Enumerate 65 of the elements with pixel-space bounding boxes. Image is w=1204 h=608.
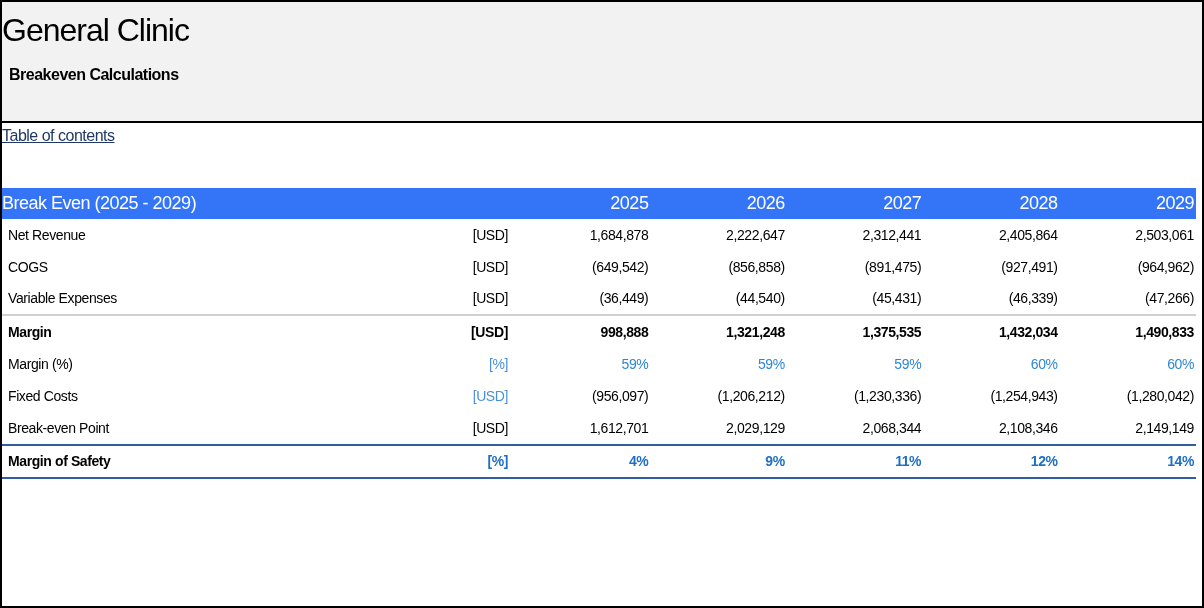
value-cell-text: (927,491) — [1000, 257, 1059, 277]
value-cell-text: 60% — [1166, 355, 1195, 375]
year-header: 2028 — [923, 188, 1060, 219]
sheet-subtitle: Breakeven Calculations — [9, 66, 179, 84]
value-cell-text: (1,254,943) — [989, 386, 1059, 406]
unit-label: [USD] — [472, 387, 508, 404]
unit-label: [USD] — [472, 290, 508, 307]
value-cell-text: 2,149,149 — [1134, 418, 1195, 438]
value-cell-text: 2,108,346 — [997, 418, 1059, 438]
value-cell-text: 2,503,061 — [1134, 225, 1195, 245]
value-cell-text: 59% — [756, 355, 786, 375]
value-cell-text: (956,097) — [591, 386, 650, 406]
year-header: 2027 — [786, 188, 924, 219]
row-label: Variable Expenses — [8, 290, 117, 307]
year-header: 2026 — [650, 188, 787, 219]
unit-label: [USD] — [472, 419, 508, 436]
value-cell-text: 2,029,129 — [725, 418, 786, 438]
row-label: Margin of Safety — [8, 453, 111, 470]
value-cell: 9% — [650, 443, 787, 478]
value-cell-text: (856,858) — [727, 257, 786, 277]
value-cell-text: (1,280,042) — [1125, 386, 1195, 406]
unit-label: [USD] — [471, 324, 508, 341]
value-cell-text: (1,230,336) — [852, 386, 923, 406]
table-of-contents-link[interactable]: Table of contents — [2, 127, 115, 145]
value-cell: 1,432,034 — [923, 314, 1060, 349]
value-cell: 1,321,248 — [650, 314, 787, 349]
value-cell: 4% — [514, 443, 651, 478]
row-label: Net Revenue — [8, 226, 86, 243]
value-cell-text: 2,068,344 — [861, 418, 923, 438]
value-cell-text: (964,962) — [1136, 257, 1195, 277]
unit-label: [USD] — [472, 226, 508, 243]
value-cell-text: (891,475) — [863, 257, 923, 277]
value-cell-text: 59% — [620, 355, 650, 375]
value-cell-text: (45,431) — [871, 289, 923, 309]
sheet-title: General Clinic — [2, 12, 189, 48]
value-cell-text: (47,266) — [1144, 289, 1195, 309]
year-header: 2029 — [1059, 188, 1196, 219]
row-label: Margin — [8, 324, 52, 341]
row-label: Margin (%) — [8, 356, 73, 373]
value-cell: 1,490,833 — [1059, 314, 1196, 349]
value-cell: 14% — [1059, 443, 1196, 478]
value-cell-text: 59% — [893, 355, 923, 375]
value-cell-text: (649,542) — [591, 257, 650, 277]
value-cell-text: 1,612,701 — [588, 418, 650, 438]
value-cell: 12% — [923, 443, 1060, 478]
value-cell-text: (1,206,212) — [716, 386, 786, 406]
value-cell-text: (44,540) — [734, 289, 786, 309]
unit-label: [USD] — [472, 258, 508, 275]
value-cell: 11% — [786, 443, 924, 478]
value-cell-text: 2,312,441 — [861, 225, 923, 245]
unit-label: [%] — [488, 356, 508, 373]
value-cell-text: 2,405,864 — [997, 225, 1059, 245]
value-cell-text: 1,684,878 — [588, 225, 650, 245]
value-cell-text: 2,222,647 — [725, 225, 786, 245]
row-label: COGS — [8, 258, 48, 275]
row-label: Break-even Point — [8, 419, 109, 436]
value-cell-text: 60% — [1029, 355, 1059, 375]
value-cell-text: (36,449) — [598, 289, 650, 309]
value-cell: 1,375,535 — [786, 314, 924, 349]
row-label: Fixed Costs — [8, 387, 78, 404]
value-cell-text: (46,339) — [1007, 289, 1059, 309]
year-header: 2025 — [514, 188, 651, 219]
table-title: Break Even (2025 - 2029) — [2, 188, 514, 219]
unit-label: [%] — [487, 453, 508, 470]
value-cell: 998,888 — [514, 314, 651, 349]
